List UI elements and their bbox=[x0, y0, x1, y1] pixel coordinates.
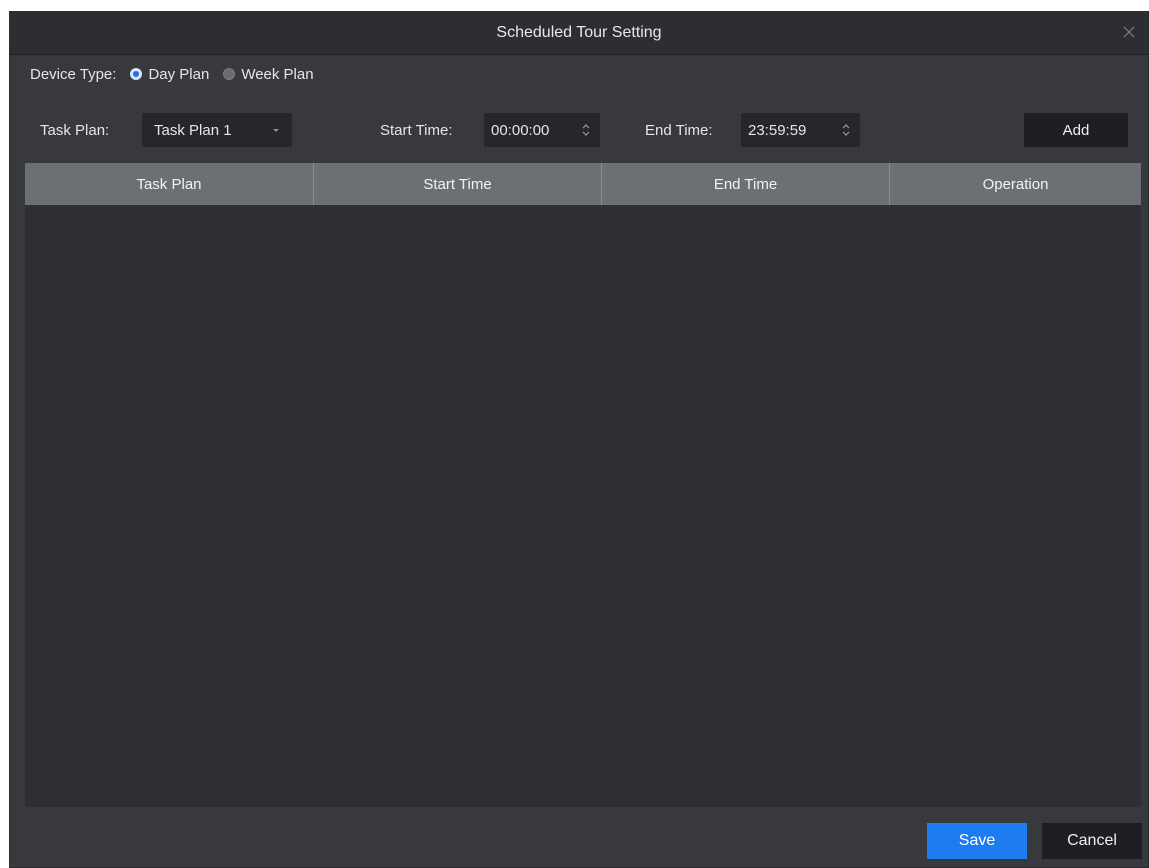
table-header: Task Plan Start Time End Time Operation bbox=[25, 163, 1141, 205]
cancel-button[interactable]: Cancel bbox=[1042, 823, 1142, 859]
task-plan-label: Task Plan: bbox=[40, 121, 110, 139]
end-time-spinbox[interactable]: 23:59:59 bbox=[741, 113, 860, 147]
add-button[interactable]: Add bbox=[1024, 113, 1128, 147]
task-table: Task Plan Start Time End Time Operation bbox=[25, 163, 1141, 807]
chevron-down-icon bbox=[273, 129, 279, 132]
end-time-value: 23:59:59 bbox=[748, 121, 807, 139]
start-time-value: 00:00:00 bbox=[491, 121, 550, 139]
column-header-task-plan[interactable]: Task Plan bbox=[25, 163, 314, 205]
column-header-start-time[interactable]: Start Time bbox=[314, 163, 602, 205]
day-plan-radio[interactable]: Day Plan bbox=[130, 66, 209, 83]
end-time-label: End Time: bbox=[645, 121, 713, 139]
start-time-spinbox[interactable]: 00:00:00 bbox=[484, 113, 600, 147]
spin-arrows-icon[interactable] bbox=[842, 122, 850, 138]
close-icon[interactable] bbox=[1120, 23, 1138, 41]
title-bar: Scheduled Tour Setting bbox=[10, 12, 1148, 55]
dialog-title: Scheduled Tour Setting bbox=[496, 24, 662, 41]
radio-unselected-icon bbox=[223, 68, 236, 80]
column-header-end-time[interactable]: End Time bbox=[602, 163, 890, 205]
task-plan-value: Task Plan 1 bbox=[154, 121, 232, 139]
radio-selected-icon bbox=[130, 68, 143, 80]
device-type-row: Device Type: Day Plan Week Plan bbox=[30, 63, 314, 85]
week-plan-label: Week Plan bbox=[241, 65, 314, 83]
week-plan-radio[interactable]: Week Plan bbox=[223, 65, 314, 83]
start-time-label: Start Time: bbox=[380, 121, 453, 139]
task-plan-dropdown[interactable]: Task Plan 1 bbox=[142, 113, 292, 147]
save-button[interactable]: Save bbox=[927, 823, 1027, 859]
column-header-operation[interactable]: Operation bbox=[890, 163, 1141, 205]
device-type-label: Device Type: bbox=[30, 65, 117, 83]
day-plan-label: Day Plan bbox=[148, 65, 210, 83]
spin-arrows-icon[interactable] bbox=[582, 122, 590, 138]
